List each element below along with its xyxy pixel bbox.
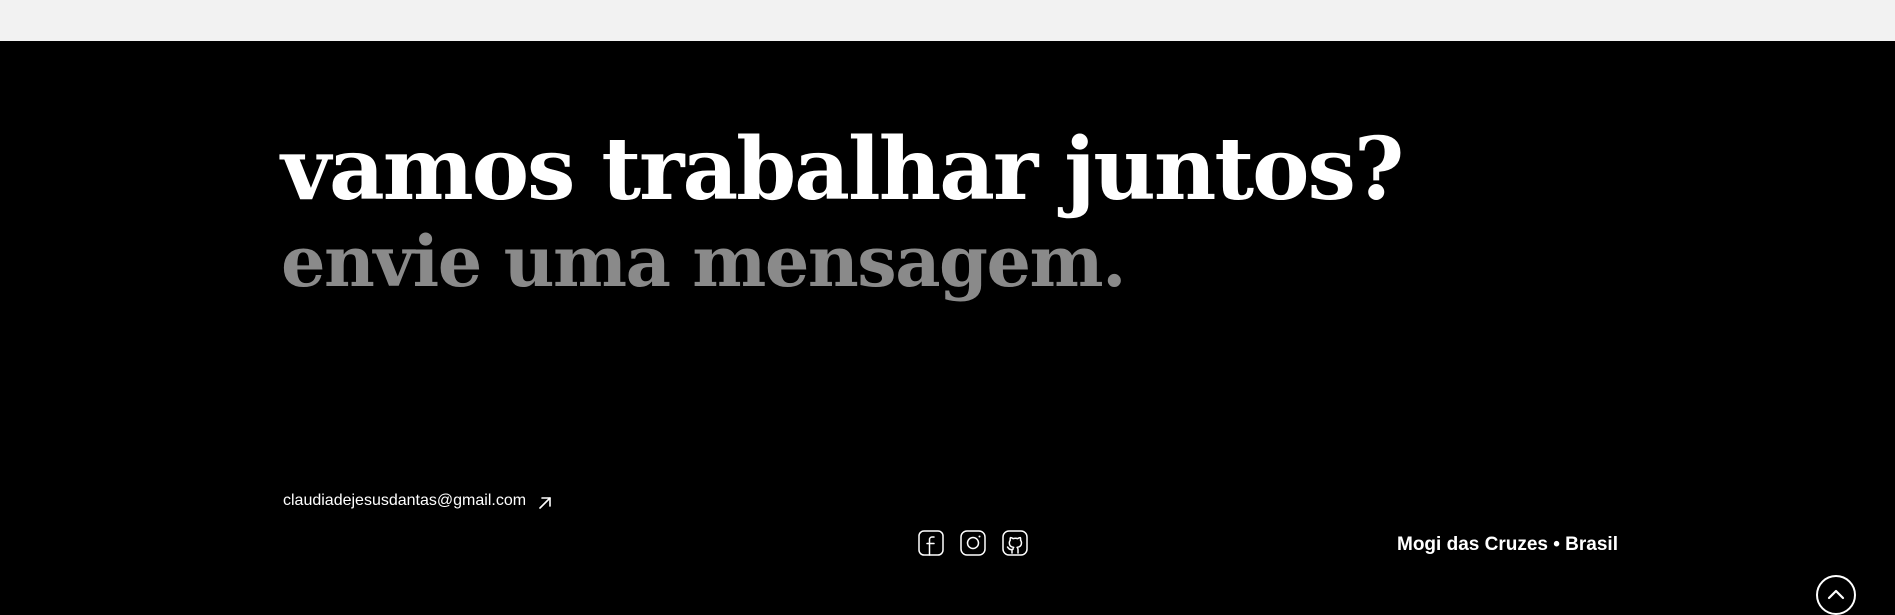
chevron-up-icon bbox=[1827, 589, 1845, 600]
social-links bbox=[917, 529, 1029, 557]
facebook-link[interactable] bbox=[917, 529, 945, 557]
email-link[interactable]: claudiadejesusdantas@gmail.com bbox=[283, 490, 554, 512]
back-to-top-button[interactable] bbox=[1816, 575, 1856, 615]
instagram-icon bbox=[960, 530, 986, 556]
instagram-link[interactable] bbox=[959, 529, 987, 557]
contact-subheadline: envie uma mensagem. bbox=[281, 220, 1126, 303]
arrow-up-right-icon bbox=[536, 494, 554, 512]
location-text: Mogi das Cruzes • Brasil bbox=[1397, 534, 1618, 555]
contact-footer: vamos trabalhar juntos? envie uma mensag… bbox=[0, 41, 1895, 615]
top-strip bbox=[0, 0, 1895, 41]
github-icon bbox=[1002, 530, 1028, 556]
email-address: claudiadejesusdantas@gmail.com bbox=[283, 492, 527, 509]
facebook-icon bbox=[918, 530, 944, 556]
contact-headline: vamos trabalhar juntos? bbox=[281, 119, 1404, 220]
github-link[interactable] bbox=[1001, 529, 1029, 557]
